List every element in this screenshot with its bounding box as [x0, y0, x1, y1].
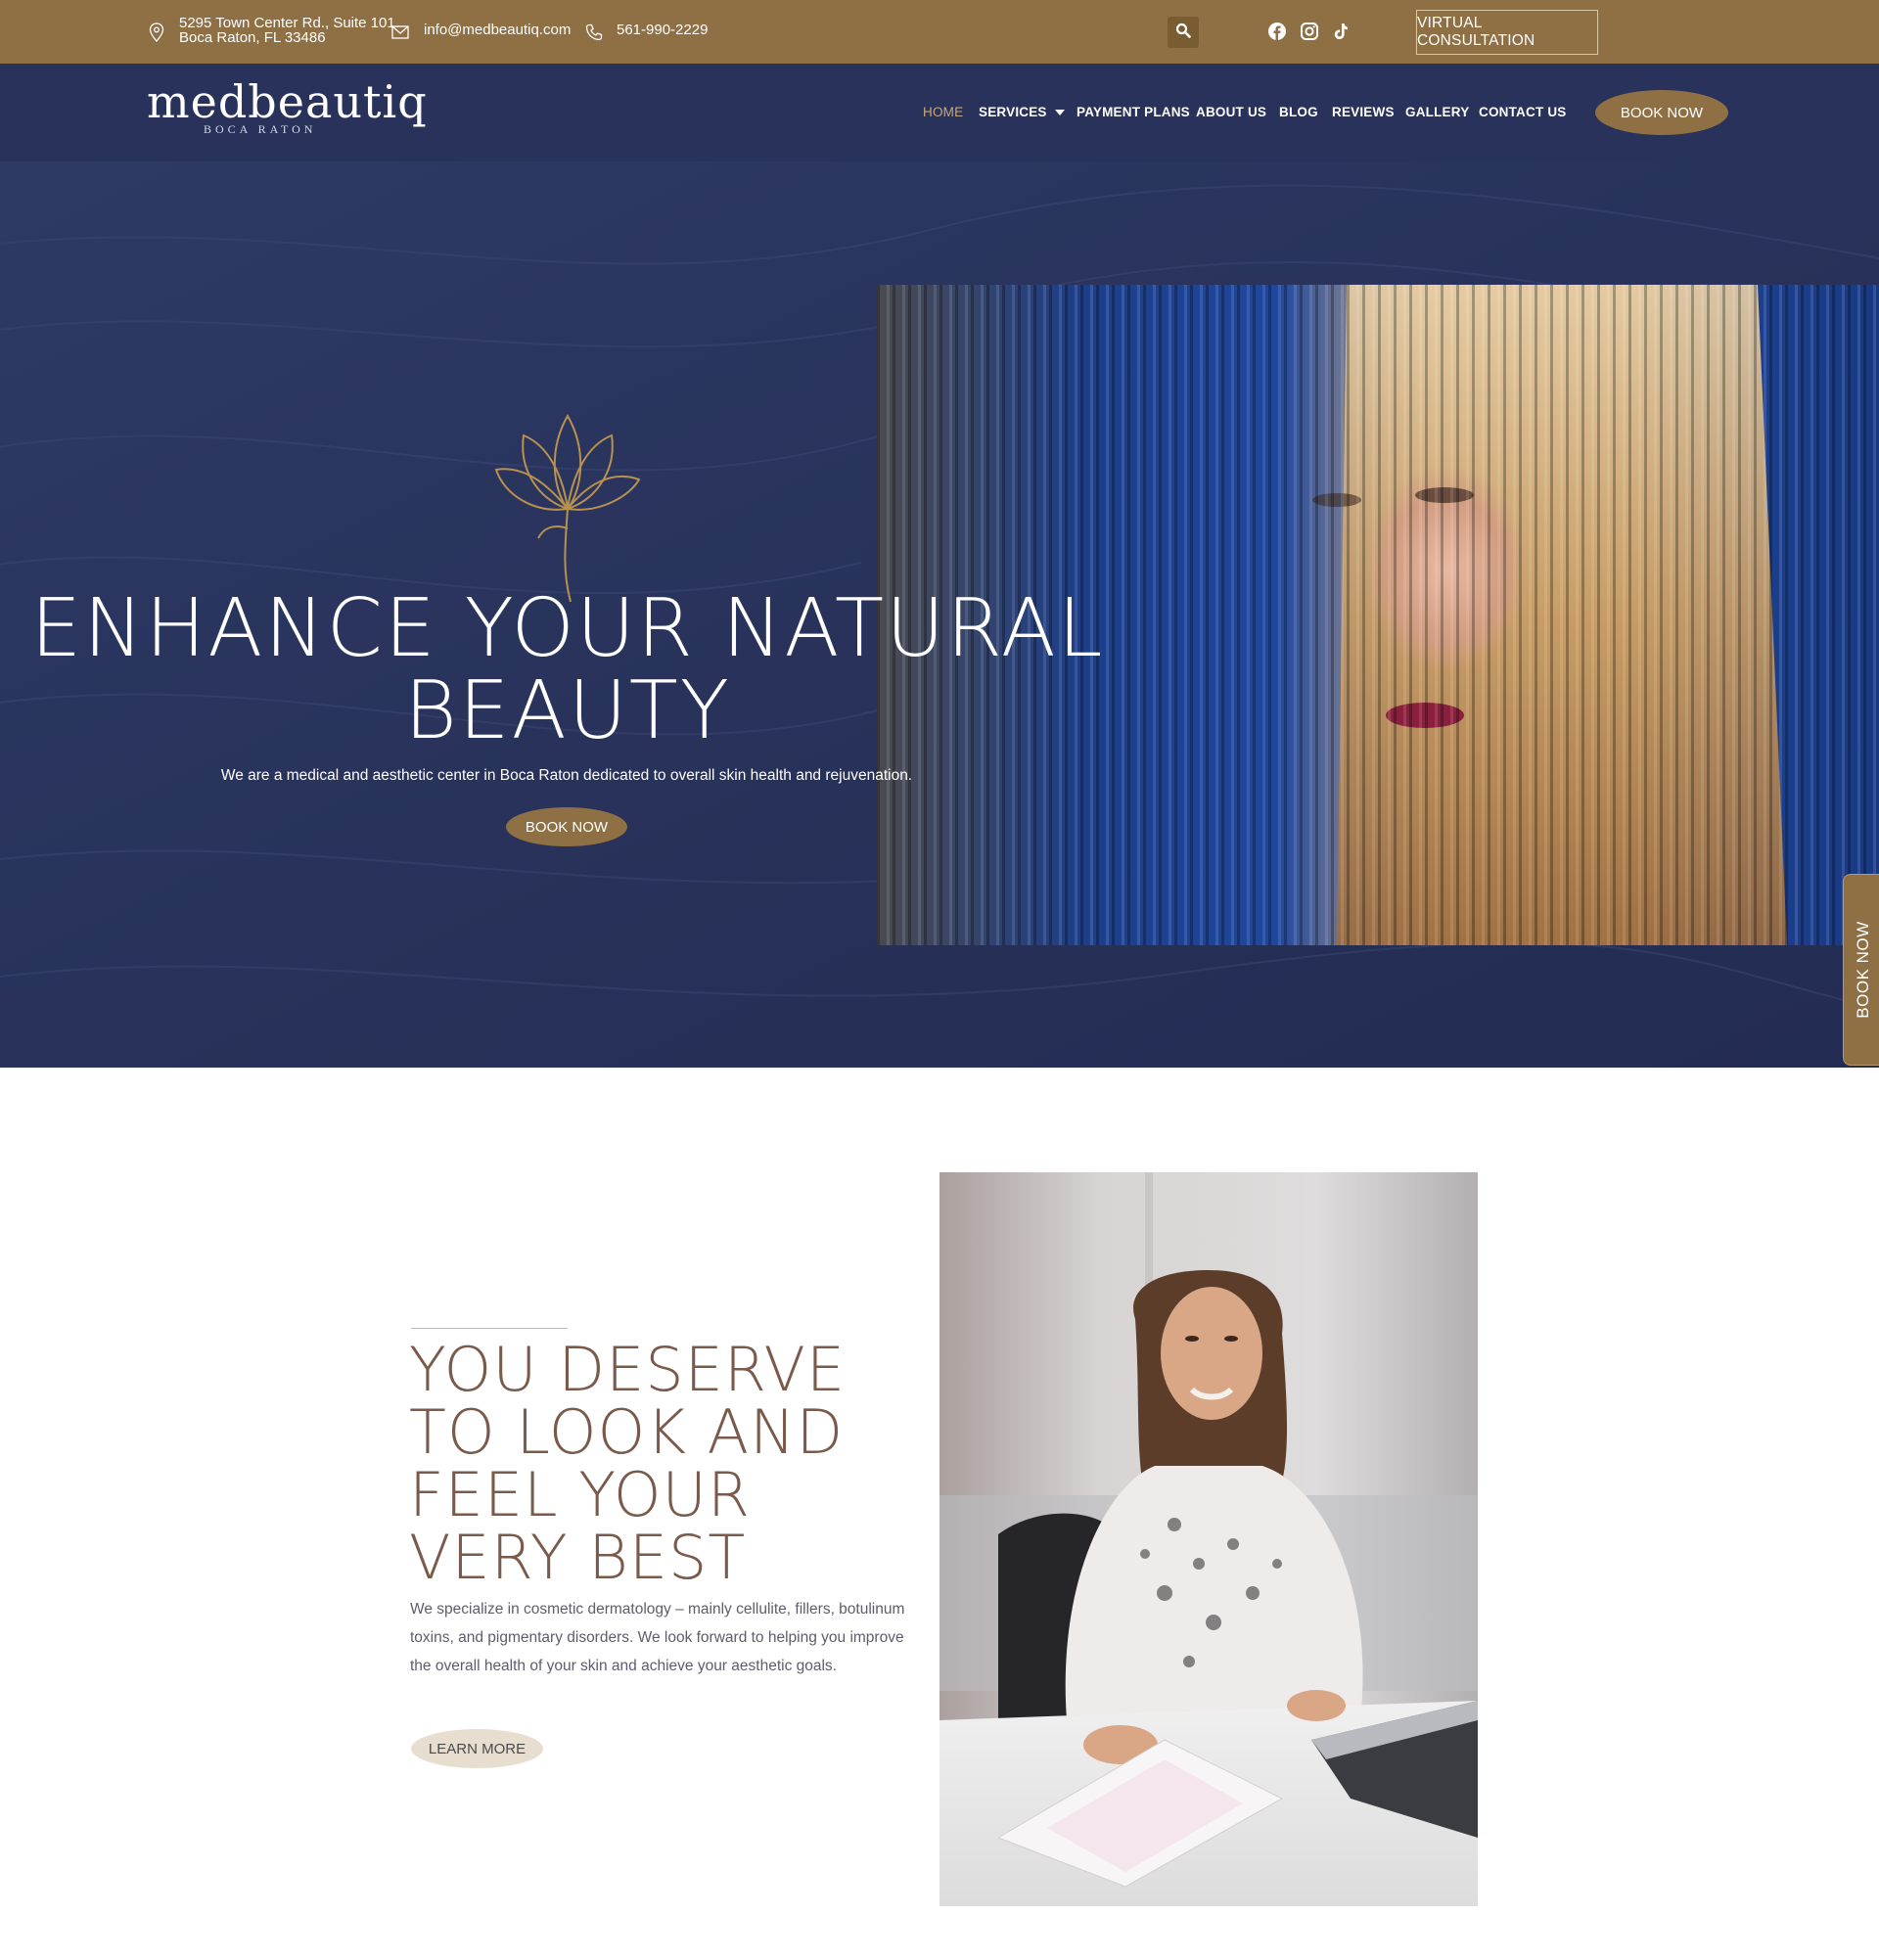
nav-item-blog[interactable]: BLOG [1279, 105, 1318, 119]
tiktok-icon[interactable] [1331, 22, 1352, 43]
hero-title: ENHANCE YOUR NATURAL BEAUTY [20, 588, 1116, 752]
nav-item-services[interactable]: SERVICES [979, 105, 1065, 119]
hero-subtitle: We are a medical and aesthetic center in… [220, 767, 913, 784]
about-title-line-4: VERY BEST [409, 1522, 747, 1593]
about-title-line-2: TO LOOK AND [409, 1396, 845, 1468]
search-button[interactable] [1168, 17, 1199, 48]
learn-more-button[interactable]: LEARN MORE [411, 1729, 543, 1768]
about-title-line-3: FEEL YOUR [409, 1459, 752, 1530]
side-book-now-label: BOOK NOW [1853, 921, 1872, 1019]
nav-item-home[interactable]: HOME [923, 105, 963, 119]
phone-icon [585, 22, 607, 43]
nav-item-services-label: SERVICES [979, 105, 1047, 119]
lotus-icon [494, 413, 641, 602]
nav-item-reviews[interactable]: REVIEWS [1332, 105, 1395, 119]
hero-title-line-1: ENHANCE YOUR NATURAL [30, 582, 1105, 675]
book-now-nav-button[interactable]: BOOK NOW [1595, 90, 1728, 135]
address-line-2: Boca Raton, FL 33486 [179, 29, 326, 46]
about-title: YOU DESERVE TO LOOK AND FEEL YOUR VERY B… [409, 1339, 898, 1589]
nav-item-contact-us[interactable]: CONTACT US [1479, 105, 1567, 119]
logo-wordmark: medbeautiq [147, 75, 428, 128]
phone-link[interactable]: 561-990-2229 [617, 22, 708, 38]
main-navigation: medbeautiq BOCA RATON HOME SERVICES PAYM… [0, 64, 1879, 161]
hero-book-now-button[interactable]: BOOK NOW [506, 807, 627, 846]
email-link[interactable]: info@medbeautiq.com [424, 22, 571, 38]
about-title-line-1: YOU DESERVE [409, 1334, 847, 1405]
nav-item-about-us[interactable]: ABOUT US [1196, 105, 1266, 119]
side-book-now-tab[interactable]: BOOK NOW [1843, 874, 1879, 1066]
nav-item-payment-plans[interactable]: PAYMENT PLANS [1077, 105, 1190, 119]
hero-section: ENHANCE YOUR NATURAL BEAUTY We are a med… [0, 161, 1879, 1068]
mail-icon [391, 23, 413, 41]
chevron-down-icon [1054, 110, 1065, 116]
section-divider [411, 1328, 568, 1329]
address-text[interactable]: 5295 Town Center Rd., Suite 101. Boca Ra… [179, 16, 399, 45]
facebook-icon[interactable] [1267, 22, 1289, 43]
location-pin-icon [149, 22, 168, 43]
address-line-1: 5295 Town Center Rd., Suite 101. [179, 15, 399, 31]
nav-item-gallery[interactable]: GALLERY [1405, 105, 1469, 119]
top-info-bar: 5295 Town Center Rd., Suite 101. Boca Ra… [0, 0, 1879, 64]
doctor-portrait-image [940, 1172, 1478, 1906]
hero-title-line-2: BEAUTY [404, 664, 731, 757]
site-logo[interactable]: medbeautiq BOCA RATON [147, 77, 428, 137]
about-description: We specialize in cosmetic dermatology – … [410, 1601, 905, 1674]
instagram-icon[interactable] [1300, 22, 1321, 43]
search-icon [1175, 23, 1191, 43]
virtual-consultation-button[interactable]: VIRTUAL CONSULTATION [1416, 10, 1598, 55]
